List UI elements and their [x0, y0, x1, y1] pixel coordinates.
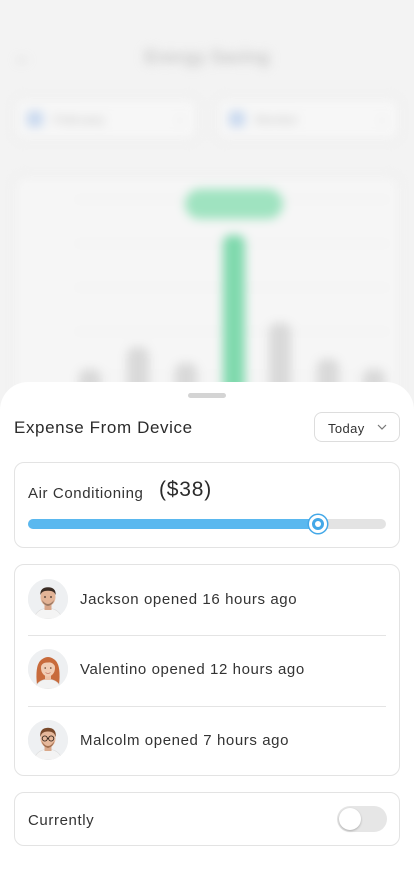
list-item[interactable]: Jackson opened 16 hours ago [15, 565, 399, 637]
list-item[interactable]: Valentino opened 12 hours ago [15, 635, 399, 707]
period-dropdown[interactable]: Today [314, 412, 400, 442]
currently-card: Currently [14, 792, 400, 846]
chevron-down-icon [377, 424, 387, 430]
activity-list: Jackson opened 16 hours ago Valentino op… [14, 564, 400, 776]
device-icon [229, 111, 245, 127]
currently-label: Currently [28, 812, 95, 829]
currently-toggle[interactable] [337, 806, 387, 832]
background-title: Energy Saving [144, 47, 270, 67]
background-month-label: February [53, 112, 106, 127]
toggle-knob [339, 808, 361, 830]
avatar [28, 720, 68, 760]
chevron-down-icon: ⌄ [174, 111, 185, 125]
chevron-down-icon: ⌄ [376, 111, 387, 125]
sheet-title: Expense From Device [14, 418, 193, 437]
background-device-select: Monitor ⌄ [216, 98, 400, 140]
device-amount: ($38) [159, 478, 213, 501]
calendar-icon [27, 111, 43, 127]
expense-slider[interactable] [28, 515, 386, 533]
background-device-label: Monitor [255, 112, 299, 127]
device-name: Air Conditioning [28, 485, 144, 502]
activity-text: Jackson opened 16 hours ago [80, 591, 298, 608]
period-label: Today [328, 421, 365, 436]
man-glasses-avatar-icon [28, 720, 68, 760]
activity-text: Malcolm opened 7 hours ago [80, 732, 290, 749]
list-item[interactable]: Malcolm opened 7 hours ago [15, 706, 399, 778]
woman-avatar-icon [28, 649, 68, 689]
expense-slider-fill [28, 519, 318, 529]
avatar [28, 649, 68, 689]
sheet-drag-handle[interactable] [188, 393, 226, 398]
expense-slider-thumb[interactable] [308, 515, 327, 533]
chart-tooltip [185, 189, 283, 219]
device-expense-card: Air Conditioning ($38) [14, 462, 400, 548]
activity-text: Valentino opened 12 hours ago [80, 661, 305, 678]
man-avatar-icon [28, 579, 68, 619]
expense-bottom-sheet: Expense From Device Today Air Conditioni… [0, 382, 414, 896]
avatar [28, 579, 68, 619]
background-month-select: February ⌄ [14, 98, 198, 140]
